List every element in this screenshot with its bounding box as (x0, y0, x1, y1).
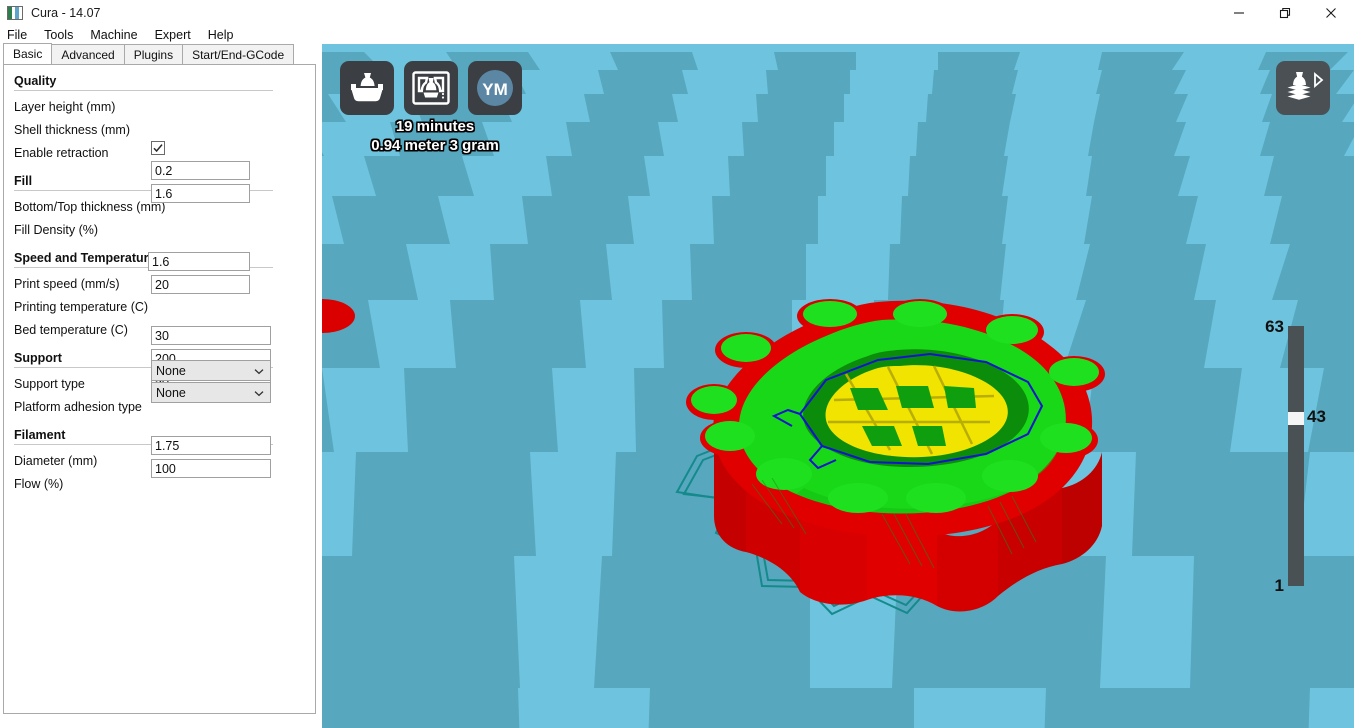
bottom-top-thickness-input[interactable] (148, 252, 250, 271)
setting-label-print-speed: Print speed (mm/s) (14, 276, 120, 291)
menu-item-tools[interactable]: Tools (44, 26, 82, 44)
youmagine-button[interactable]: YM (468, 61, 522, 115)
settings-tab-bar: Basic Advanced Plugins Start/End-GCode (0, 43, 322, 64)
menu-item-help[interactable]: Help (208, 26, 243, 44)
window-title: Cura - 14.07 (31, 6, 101, 20)
minimize-icon[interactable] (1216, 0, 1262, 26)
setting-row-shell-thickness: Shell thickness (mm) (4, 118, 315, 141)
setting-label-flow: Flow (%) (14, 476, 64, 491)
cura-icon (7, 6, 23, 20)
support-type-value: None (156, 363, 186, 378)
flow-input[interactable] (151, 459, 271, 478)
platform-adhesion-type-select[interactable]: None (151, 382, 271, 403)
setting-label-platform-adhesion-type: Platform adhesion type (14, 399, 142, 414)
menu-bar: File Tools Machine Expert Help (0, 26, 1354, 44)
layer-slider-min-label: 1 (1274, 576, 1284, 595)
layer-height-input[interactable] (151, 161, 250, 180)
estimate-material: 0.94 meter 3 gram (371, 137, 499, 154)
viewport-toolbar: YM (340, 61, 522, 115)
setting-label-support-type: Support type (14, 376, 85, 391)
view-mode-button[interactable] (1276, 61, 1330, 115)
section-divider (14, 90, 273, 91)
setting-label-printing-temperature: Printing temperature (C) (14, 299, 149, 314)
enable-retraction-checkbox[interactable] (151, 141, 165, 155)
maximize-icon[interactable] (1262, 0, 1308, 26)
section-header-quality: Quality (14, 74, 57, 88)
setting-label-bottom-top-thickness: Bottom/Top thickness (mm) (14, 199, 166, 214)
title-bar: Cura - 14.07 (0, 0, 1354, 26)
menu-item-file[interactable]: File (7, 26, 36, 44)
load-model-icon (351, 73, 383, 102)
setting-label-layer-height: Layer height (mm) (14, 99, 116, 114)
3d-viewport[interactable]: YM 19 minutes 0.94 meter 3 gram 63 43 1 (322, 44, 1354, 728)
setting-label-bed-temperature: Bed temperature (C) (14, 322, 128, 337)
setting-label-shell-thickness: Shell thickness (mm) (14, 122, 130, 137)
settings-panel: Quality Layer height (mm) Shell thicknes… (3, 64, 316, 714)
layer-slider[interactable]: 63 43 1 (1265, 317, 1326, 595)
close-icon[interactable] (1308, 0, 1354, 26)
print-speed-input[interactable] (151, 326, 271, 345)
print-estimate: 19 minutes 0.94 meter 3 gram (340, 117, 530, 155)
setting-row-printing-temperature: Printing temperature (C) (4, 295, 315, 318)
setting-label-fill-density: Fill Density (%) (14, 222, 99, 237)
tab-startend-gcode[interactable]: Start/End-GCode (182, 44, 295, 64)
fill-density-input[interactable] (151, 275, 250, 294)
checkmark-icon (153, 144, 163, 153)
save-toolpath-button[interactable] (404, 61, 458, 115)
tab-plugins[interactable]: Plugins (123, 44, 184, 64)
cura-application-window: Cura - 14.07 File Tools Machine Expert H… (0, 0, 1354, 728)
menu-item-expert[interactable]: Expert (155, 26, 200, 44)
layer-slider-handle[interactable] (1288, 412, 1304, 425)
menu-item-machine[interactable]: Machine (90, 26, 146, 44)
load-model-button[interactable] (340, 61, 394, 115)
chevron-down-icon (254, 386, 264, 400)
youmagine-label: YM (482, 80, 508, 99)
support-type-select[interactable]: None (151, 360, 271, 381)
setting-label-diameter: Diameter (mm) (14, 453, 98, 468)
shell-thickness-input[interactable] (151, 184, 250, 203)
layer-slider-track[interactable] (1288, 326, 1304, 586)
diameter-input[interactable] (151, 436, 271, 455)
layer-slider-current-label: 43 (1307, 407, 1326, 426)
window-controls (1216, 0, 1354, 26)
setting-row-layer-height: Layer height (mm) (4, 95, 315, 118)
save-toolpath-icon (412, 71, 450, 105)
tab-advanced[interactable]: Advanced (51, 44, 125, 64)
youmagine-icon: YM (477, 70, 513, 106)
setting-label-enable-retraction: Enable retraction (14, 145, 109, 160)
setting-row-fill-density: Fill Density (%) (4, 218, 315, 241)
chevron-down-icon (254, 364, 264, 378)
platform-adhesion-type-value: None (156, 385, 186, 400)
estimate-time: 19 minutes (395, 118, 475, 135)
layers-view-icon (1287, 72, 1324, 100)
layer-slider-max-label: 63 (1265, 317, 1284, 336)
tab-basic[interactable]: Basic (3, 43, 53, 64)
